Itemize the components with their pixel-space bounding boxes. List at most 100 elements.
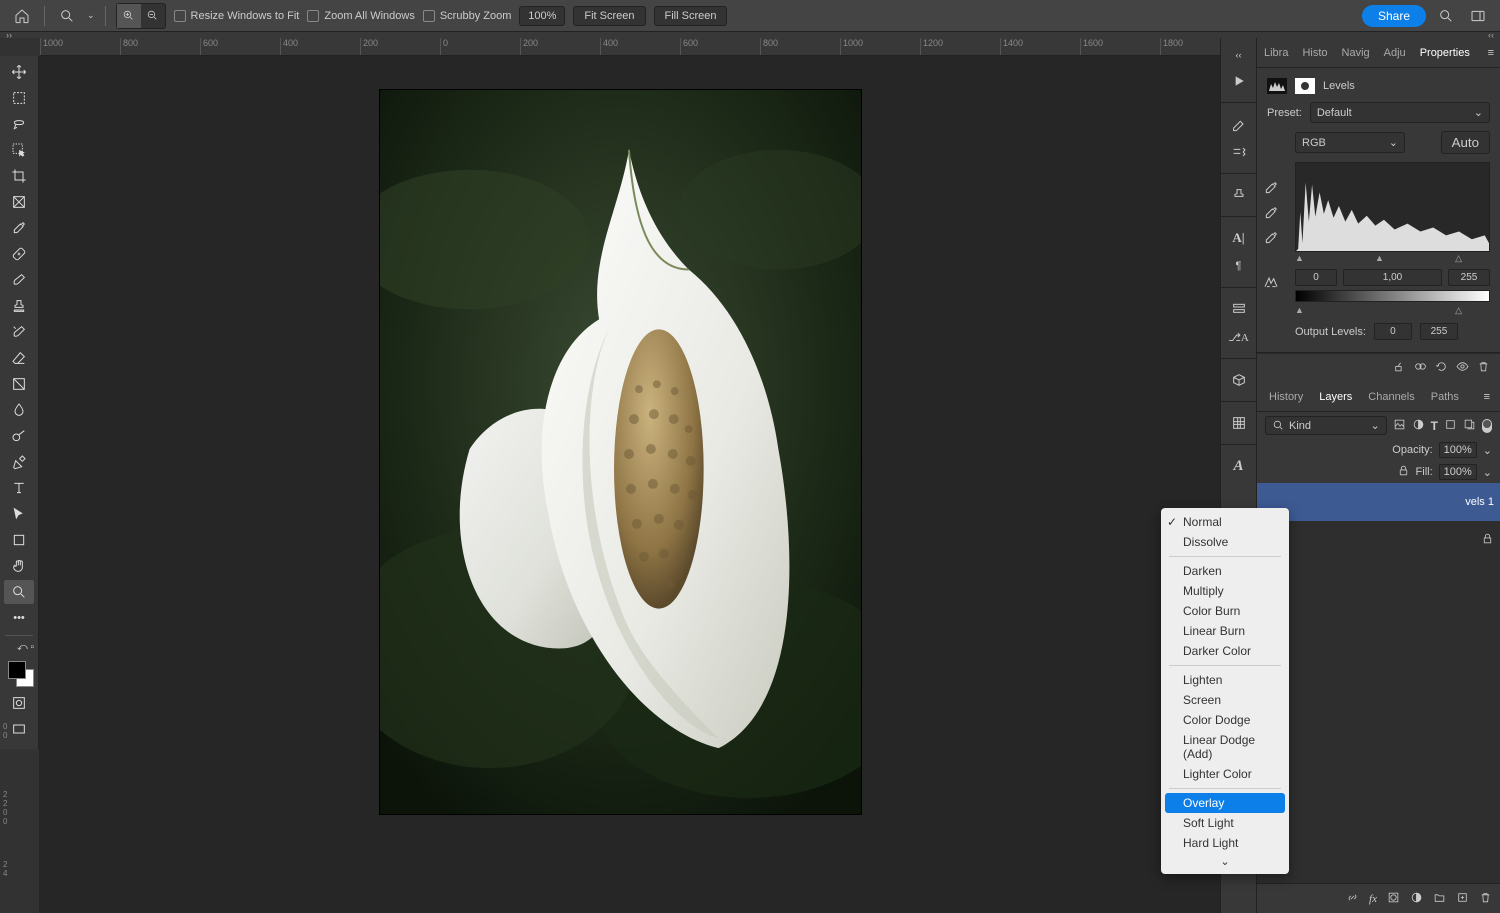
para-styles-icon[interactable]: ⎇A	[1227, 326, 1251, 348]
link-layers-icon[interactable]	[1346, 891, 1359, 907]
visibility-icon[interactable]	[1456, 360, 1469, 376]
marquee-tool[interactable]	[4, 86, 34, 110]
home-icon[interactable]	[10, 4, 34, 28]
tab-navigator[interactable]: Navig	[1335, 38, 1377, 67]
workspace-icon[interactable]	[1466, 4, 1490, 28]
strip-collapse-icon[interactable]: ‹‹	[1236, 50, 1242, 60]
zoom-percentage-field[interactable]: 100%	[519, 6, 565, 26]
tab-libraries[interactable]: Libra	[1257, 38, 1295, 67]
tab-histogram[interactable]: Histo	[1295, 38, 1334, 67]
swap-colors-icon[interactable]: ⤺ ▫	[4, 641, 34, 653]
character-panel-icon[interactable]: A|	[1227, 227, 1251, 249]
blend-mode-item[interactable]: Screen	[1161, 690, 1289, 710]
type-tool[interactable]	[4, 476, 34, 500]
input-sliders[interactable]: ▲▲△	[1295, 252, 1462, 265]
more-chevron-icon[interactable]: ⌄	[1161, 853, 1289, 870]
more-tools-icon[interactable]: •••	[4, 606, 34, 630]
filter-pixel-icon[interactable]	[1393, 418, 1406, 434]
tab-layers[interactable]: Layers	[1311, 391, 1360, 403]
gradient-tool[interactable]	[4, 372, 34, 396]
reset-icon[interactable]	[1435, 360, 1448, 376]
blend-mode-item[interactable]: Hard Light	[1161, 833, 1289, 853]
layer-row-levels[interactable]: vels 1	[1257, 483, 1500, 521]
bg-lock-icon[interactable]	[1481, 532, 1494, 548]
blend-mode-item[interactable]: Linear Burn	[1161, 621, 1289, 641]
grid-panel-icon[interactable]	[1227, 412, 1251, 434]
filter-toggle-icon[interactable]	[1482, 419, 1492, 433]
blend-mode-item[interactable]: Lighter Color	[1161, 764, 1289, 784]
quickmask-icon[interactable]	[4, 691, 34, 715]
fx-icon[interactable]: fx	[1369, 893, 1377, 905]
auto-button[interactable]: Auto	[1441, 131, 1490, 154]
layers-list[interactable]: vels 1	[1257, 483, 1500, 883]
lock-icon[interactable]	[1397, 464, 1410, 480]
foreground-color-swatch[interactable]	[8, 661, 26, 679]
blend-mode-item[interactable]: Soft Light	[1161, 813, 1289, 833]
fill-value[interactable]: 100%	[1439, 464, 1477, 480]
output-high-input[interactable]	[1420, 323, 1458, 340]
tab-adjustments[interactable]: Adju	[1377, 38, 1413, 67]
tab-properties[interactable]: Properties	[1413, 38, 1477, 67]
play-icon[interactable]	[1227, 70, 1251, 92]
filter-smart-icon[interactable]	[1463, 418, 1476, 434]
brush-settings-icon[interactable]	[1227, 141, 1251, 163]
layers-menu-icon[interactable]: ≡	[1484, 391, 1496, 403]
lasso-tool[interactable]	[4, 112, 34, 136]
histogram[interactable]	[1295, 162, 1490, 252]
filter-type-icon[interactable]: T	[1431, 419, 1438, 433]
eyedropper-white-icon[interactable]	[1263, 230, 1279, 249]
blend-mode-item[interactable]: Darker Color	[1161, 641, 1289, 661]
clip-to-layer-icon[interactable]	[1393, 360, 1406, 376]
fit-screen-button[interactable]: Fit Screen	[573, 6, 645, 26]
healing-tool[interactable]	[4, 242, 34, 266]
new-layer-icon[interactable]	[1456, 891, 1469, 907]
resize-windows-checkbox[interactable]: Resize Windows to Fit	[174, 10, 300, 22]
clone-source-icon[interactable]	[1227, 184, 1251, 206]
blend-mode-item[interactable]: Overlay	[1165, 793, 1285, 813]
fill-chevron-icon[interactable]: ⌄	[1483, 466, 1492, 479]
screenmode-icon[interactable]	[4, 717, 34, 741]
shape-tool[interactable]	[4, 528, 34, 552]
delete-adjustment-icon[interactable]	[1477, 360, 1490, 376]
output-low-input[interactable]	[1374, 323, 1412, 340]
delete-layer-icon[interactable]	[1479, 891, 1492, 907]
channel-select[interactable]: RGB⌄	[1295, 132, 1405, 153]
highlight-input[interactable]	[1448, 269, 1490, 286]
adjustment-layer-icon[interactable]	[1410, 891, 1423, 907]
crop-tool[interactable]	[4, 164, 34, 188]
share-button[interactable]: Share	[1362, 5, 1426, 27]
color-swatches[interactable]	[4, 659, 34, 689]
filter-adjust-icon[interactable]	[1412, 418, 1425, 434]
brush-panel-icon[interactable]	[1227, 113, 1251, 135]
object-select-tool[interactable]	[4, 138, 34, 162]
blend-mode-dropdown[interactable]: NormalDissolveDarkenMultiplyColor BurnLi…	[1161, 508, 1289, 874]
zoom-tool-icon[interactable]	[55, 4, 79, 28]
opacity-chevron-icon[interactable]: ⌄	[1483, 444, 1492, 457]
layer-kind-select[interactable]: Kind⌄	[1265, 416, 1387, 435]
hand-tool[interactable]	[4, 554, 34, 578]
dodge-tool[interactable]	[4, 424, 34, 448]
group-icon[interactable]	[1433, 891, 1446, 907]
fill-screen-button[interactable]: Fill Screen	[654, 6, 728, 26]
blend-mode-item[interactable]: Linear Dodge (Add)	[1161, 730, 1289, 764]
output-sliders[interactable]: ▲△	[1295, 304, 1462, 317]
blend-mode-item[interactable]: Normal	[1161, 512, 1289, 532]
blend-mode-item[interactable]: Multiply	[1161, 581, 1289, 601]
preset-select[interactable]: Default⌄	[1310, 102, 1490, 123]
wb-icon[interactable]	[1263, 274, 1279, 293]
midtone-input[interactable]	[1343, 269, 1442, 286]
tab-paths[interactable]: Paths	[1423, 391, 1467, 403]
blend-mode-item[interactable]: Dissolve	[1161, 532, 1289, 552]
zoom-out-icon[interactable]	[141, 4, 165, 28]
blend-mode-item[interactable]: Color Burn	[1161, 601, 1289, 621]
tab-channels[interactable]: Channels	[1360, 391, 1422, 403]
view-previous-icon[interactable]	[1414, 360, 1427, 376]
document-image[interactable]	[379, 89, 862, 815]
eyedropper-gray-icon[interactable]	[1263, 205, 1279, 224]
eyedropper-black-icon[interactable]	[1263, 180, 1279, 199]
eraser-tool[interactable]	[4, 346, 34, 370]
stamp-tool[interactable]	[4, 294, 34, 318]
tool-preset-chevron-icon[interactable]: ⌄	[87, 10, 95, 21]
blur-tool[interactable]	[4, 398, 34, 422]
shadow-input[interactable]	[1295, 269, 1337, 286]
